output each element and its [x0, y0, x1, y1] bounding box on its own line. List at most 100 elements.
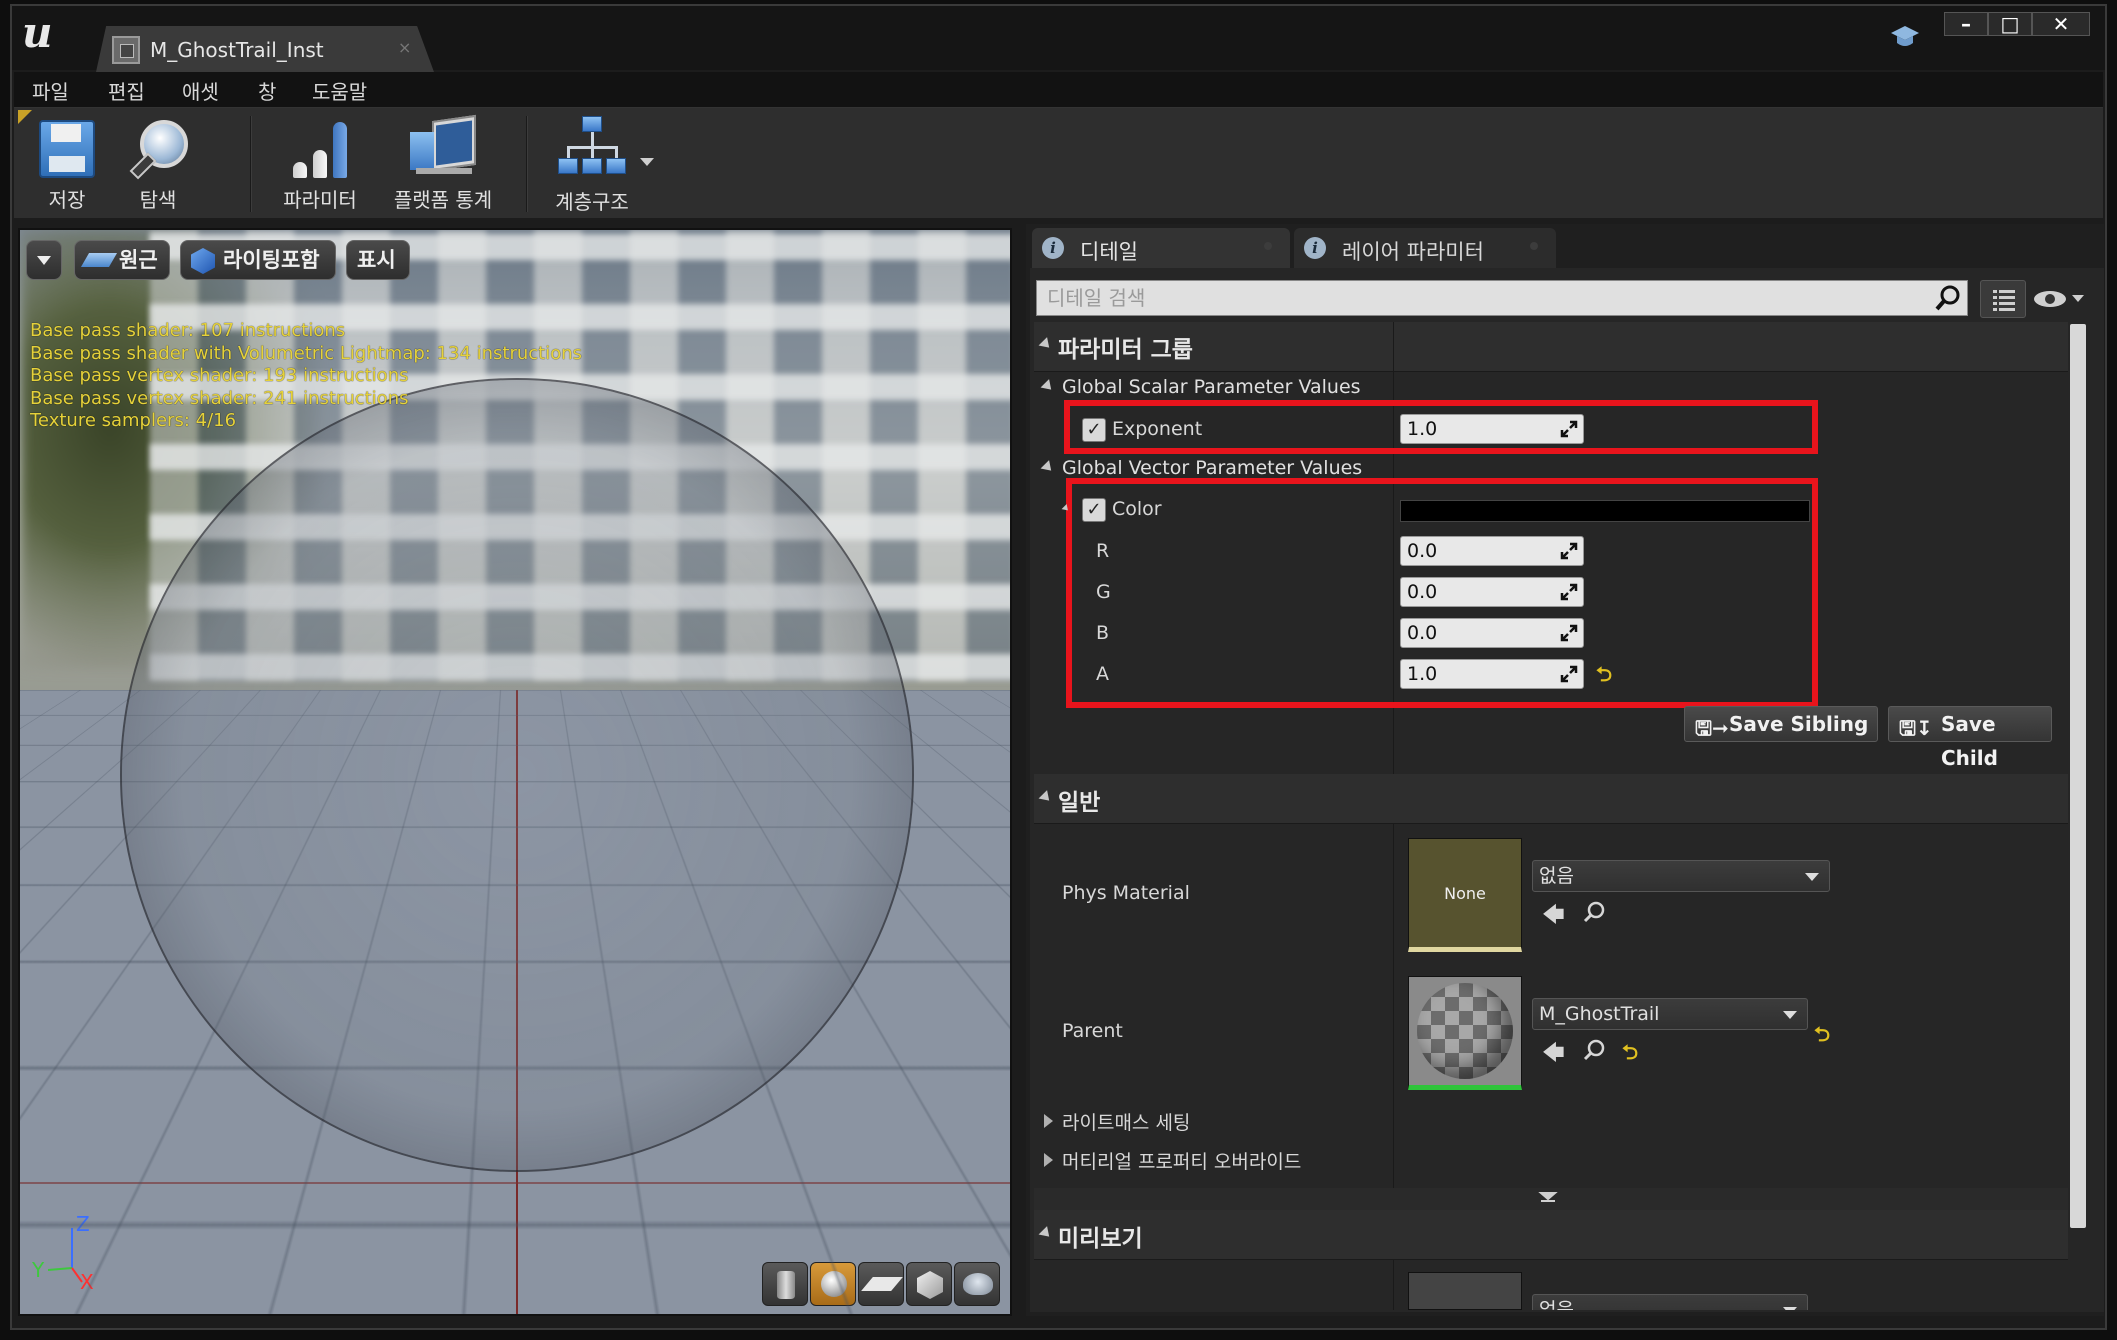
color-b-value: 0.0 — [1407, 622, 1438, 644]
perspective-button[interactable]: 원근 — [74, 240, 170, 280]
reset-to-default-icon[interactable]: ⮌ — [1622, 1038, 1638, 1072]
preview-cylinder-button[interactable] — [762, 1262, 808, 1306]
platform-stats-icon — [406, 114, 480, 178]
preview-cube-button[interactable] — [906, 1262, 952, 1306]
column-divider — [1393, 1260, 1394, 1310]
visibility-eye-icon[interactable] — [2032, 286, 2092, 312]
maximize-button[interactable]: □ — [1988, 12, 2032, 36]
color-g-label: G — [1096, 581, 1111, 603]
reset-to-default-icon[interactable]: ⮌ — [1596, 660, 1612, 694]
document-tab-close-button[interactable]: × — [398, 38, 411, 57]
menu-window[interactable]: 창 — [258, 76, 276, 105]
material-property-override-label[interactable]: 머티리얼 프로퍼티 오버라이드 — [1062, 1147, 1301, 1174]
exponent-label: Exponent — [1112, 418, 1203, 440]
reset-to-default-icon[interactable]: ⮌ — [1814, 1020, 1830, 1054]
phys-material-thumb-text: None — [1444, 884, 1486, 903]
phys-material-thumbnail[interactable]: None — [1408, 838, 1522, 952]
hierarchy-dropdown-arrow-icon[interactable] — [640, 158, 654, 166]
cube-icon — [917, 1271, 943, 1299]
chevron-down-icon — [1783, 1011, 1797, 1019]
color-g-field[interactable]: 0.0 — [1400, 577, 1584, 607]
exponent-checkbox[interactable]: ✓ — [1082, 418, 1106, 442]
axis-gizmo: Z Y X — [32, 1208, 112, 1298]
parent-label: Parent — [1062, 1020, 1123, 1042]
checker-sphere-icon — [1417, 983, 1513, 1079]
save-sibling-label: Save Sibling — [1729, 712, 1869, 736]
save-sibling-button[interactable]: 🖫➞ Save Sibling — [1684, 706, 1878, 742]
use-selected-arrow-icon[interactable]: 🡄 — [1542, 898, 1565, 936]
browse-search-icon[interactable] — [1582, 900, 1606, 928]
color-b-field[interactable]: 0.0 — [1400, 618, 1584, 648]
exponent-value: 1.0 — [1407, 418, 1438, 440]
minimize-button[interactable]: – — [1944, 12, 1988, 36]
general-section-title: 일반 — [1058, 790, 1101, 816]
color-a-label: A — [1096, 663, 1109, 685]
platform-stats-button[interactable]: 플랫폼 통계 — [384, 114, 502, 214]
color-r-field[interactable]: 0.0 — [1400, 536, 1584, 566]
expand-triangle-icon[interactable] — [1044, 1153, 1053, 1167]
details-search-input[interactable]: 디테일 검색 — [1036, 280, 1968, 316]
color-g-value: 0.0 — [1407, 581, 1438, 603]
tab-details[interactable]: i 디테일 — [1032, 228, 1290, 268]
save-button[interactable]: 저장 — [30, 114, 104, 214]
color-b-label: B — [1096, 622, 1110, 644]
unreal-logo-icon: u — [22, 8, 53, 57]
expand-triangle-icon[interactable] — [1044, 1114, 1053, 1128]
hierarchy-tree-icon — [557, 116, 627, 180]
menu-file[interactable]: 파일 — [32, 76, 69, 105]
save-child-button[interactable]: 🖫↧ Save Child — [1888, 706, 2052, 770]
parent-thumbnail[interactable] — [1408, 976, 1522, 1090]
tab-close-icon[interactable] — [1264, 242, 1272, 250]
list-view-icon — [1993, 290, 2015, 311]
browse-search-icon[interactable] — [1582, 1038, 1606, 1066]
preview-thumbnail[interactable] — [1408, 1272, 1522, 1310]
graduation-cap-icon[interactable] — [1890, 24, 1920, 50]
phys-material-combo[interactable]: 없음 — [1532, 860, 1830, 892]
show-button[interactable]: 표시 — [346, 240, 410, 280]
tab-layer-parameters[interactable]: i 레이어 파라미터 — [1294, 228, 1556, 268]
lit-mode-button[interactable]: 라이팅포함 — [180, 240, 336, 280]
shader-stats-overlay: Base pass shader: 107 instructions Base … — [30, 320, 582, 433]
hierarchy-button[interactable]: 계층구조 — [544, 114, 640, 214]
magnifier-icon — [128, 120, 188, 178]
column-divider — [1393, 824, 1394, 1188]
lightmass-settings-label[interactable]: 라이트매스 세팅 — [1062, 1108, 1190, 1135]
color-a-field[interactable]: 1.0 — [1400, 659, 1584, 689]
preview-plane-button[interactable] — [858, 1262, 904, 1306]
save-label: 저장 — [48, 188, 86, 212]
menu-asset[interactable]: 애셋 — [182, 76, 219, 105]
preview-section-header[interactable] — [1034, 1210, 2068, 1260]
chevron-down-icon — [1783, 1307, 1797, 1310]
color-checkbox[interactable]: ✓ — [1082, 498, 1106, 522]
use-selected-arrow-icon[interactable]: 🡄 — [1542, 1036, 1565, 1074]
cylinder-icon — [777, 1271, 795, 1299]
shader-stat-line: Base pass vertex shader: 193 instruction… — [30, 365, 409, 386]
axis-z-label: Z — [76, 1212, 90, 1236]
parameters-button[interactable]: 파라미터 — [272, 114, 368, 214]
preview-combo[interactable]: 없음 — [1532, 1294, 1808, 1310]
viewport-options-button[interactable] — [26, 240, 62, 280]
tab-close-icon[interactable] — [1530, 242, 1538, 250]
preview-sphere-button[interactable] — [810, 1262, 856, 1306]
close-window-button[interactable]: ✕ — [2032, 12, 2090, 36]
view-options-button[interactable] — [1980, 280, 2026, 318]
browse-button[interactable]: 탐색 — [118, 114, 198, 214]
expand-arrows-icon — [1560, 583, 1578, 601]
parameter-group-title: 파라미터 그룹 — [1058, 337, 1193, 363]
details-scrollbar[interactable] — [2070, 324, 2086, 1228]
tab-details-label: 디테일 — [1080, 240, 1138, 264]
axis-y-label: Y — [32, 1258, 45, 1282]
menu-edit[interactable]: 편집 — [108, 76, 145, 105]
preview-value: 없음 — [1539, 1299, 1574, 1310]
chevron-down-icon — [1805, 873, 1819, 881]
material-preview-viewport[interactable]: 원근 라이팅포함 표시 Base pass shader: 107 instru… — [18, 228, 1012, 1316]
menu-help[interactable]: 도움말 — [312, 76, 367, 105]
color-swatch[interactable] — [1400, 500, 1810, 522]
parameters-label: 파라미터 — [283, 188, 357, 212]
advanced-expander[interactable] — [1034, 1188, 2068, 1210]
general-section-header[interactable] — [1034, 774, 2068, 824]
preview-mesh-button[interactable] — [954, 1262, 1000, 1306]
parent-combo[interactable]: M_GhostTrail — [1532, 998, 1808, 1030]
exponent-value-field[interactable]: 1.0 — [1400, 414, 1584, 444]
shader-stat-line: Texture samplers: 4/16 — [30, 410, 237, 431]
